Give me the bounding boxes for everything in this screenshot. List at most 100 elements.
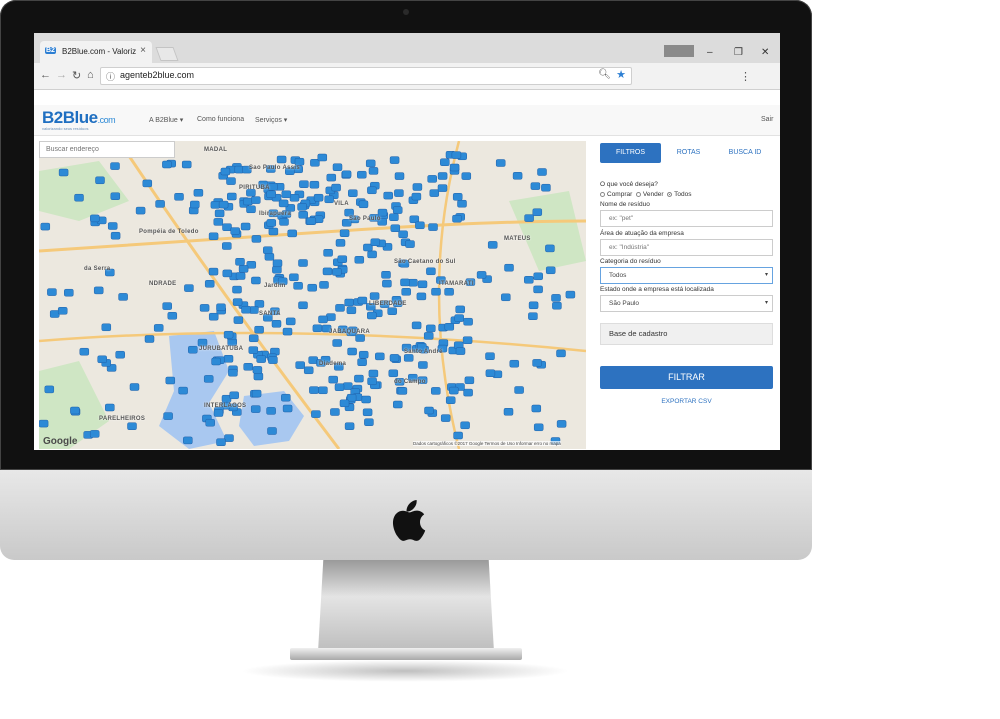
minimize-button[interactable]: –: [707, 47, 713, 58]
map-marker-icon[interactable]: [47, 288, 57, 296]
map-marker-icon[interactable]: [222, 269, 233, 278]
map-marker-icon[interactable]: [533, 285, 543, 294]
map-marker-icon[interactable]: [367, 377, 377, 386]
tab-close-icon[interactable]: ×: [140, 45, 146, 56]
map-marker-icon[interactable]: [318, 386, 328, 395]
map-marker-icon[interactable]: [437, 172, 448, 180]
map-marker-icon[interactable]: [397, 387, 408, 395]
bookmark-star-icon[interactable]: ★: [616, 68, 626, 81]
map-marker-icon[interactable]: [278, 199, 289, 208]
map-marker-icon[interactable]: [251, 389, 262, 398]
map-marker-icon[interactable]: [295, 361, 305, 369]
map-marker-icon[interactable]: [135, 206, 146, 215]
map-marker-icon[interactable]: [403, 354, 414, 362]
map-marker-icon[interactable]: [266, 407, 276, 415]
close-window-button[interactable]: ✕: [761, 47, 769, 58]
info-icon[interactable]: ⓘ: [106, 70, 115, 83]
map-marker-icon[interactable]: [324, 195, 334, 204]
map-marker-icon[interactable]: [388, 369, 399, 378]
map-marker-icon[interactable]: [501, 293, 511, 302]
map-marker-icon[interactable]: [271, 320, 282, 328]
map-marker-icon[interactable]: [238, 265, 249, 273]
map-marker-icon[interactable]: [64, 288, 74, 297]
map-marker-icon[interactable]: [208, 267, 219, 276]
map-marker-icon[interactable]: [393, 400, 403, 409]
map-marker-icon[interactable]: [346, 306, 357, 315]
map-marker-icon[interactable]: [272, 259, 283, 268]
map-marker-icon[interactable]: [330, 408, 340, 416]
map-marker-icon[interactable]: [431, 287, 441, 296]
map-marker-icon[interactable]: [398, 230, 408, 239]
map-marker-icon[interactable]: [524, 214, 534, 222]
map-search-input[interactable]: [39, 141, 175, 158]
map-marker-icon[interactable]: [556, 420, 567, 428]
map-marker-icon[interactable]: [449, 163, 460, 172]
map-marker-icon[interactable]: [487, 241, 498, 249]
map-marker-icon[interactable]: [485, 352, 495, 360]
map-marker-icon[interactable]: [344, 298, 354, 307]
map-marker-icon[interactable]: [268, 227, 279, 236]
map-marker-icon[interactable]: [354, 374, 364, 383]
map-marker-icon[interactable]: [335, 239, 346, 247]
map-marker-icon[interactable]: [411, 192, 422, 201]
map-marker-icon[interactable]: [178, 386, 188, 395]
map-marker-icon[interactable]: [251, 235, 262, 243]
map-marker-icon[interactable]: [541, 183, 551, 192]
map-marker-icon[interactable]: [357, 170, 367, 179]
map-marker-icon[interactable]: [155, 200, 165, 208]
map-marker-icon[interactable]: [392, 206, 403, 214]
radio-vender[interactable]: [635, 191, 641, 197]
map-marker-icon[interactable]: [193, 189, 204, 197]
map-marker-icon[interactable]: [167, 312, 178, 320]
map-marker-icon[interactable]: [460, 421, 470, 430]
map-marker-icon[interactable]: [451, 151, 462, 159]
forward-icon[interactable]: →: [56, 69, 67, 81]
map-marker-icon[interactable]: [424, 406, 434, 415]
map-marker-icon[interactable]: [309, 180, 320, 189]
map-marker-icon[interactable]: [319, 281, 329, 289]
map-marker-icon[interactable]: [348, 189, 358, 197]
map-marker-icon[interactable]: [210, 201, 221, 209]
browser-menu-icon[interactable]: ⋮: [740, 70, 751, 83]
map-marker-icon[interactable]: [246, 205, 256, 214]
map-marker-icon[interactable]: [266, 190, 276, 199]
map-marker-icon[interactable]: [223, 355, 234, 363]
map-marker-icon[interactable]: [235, 272, 246, 280]
map-marker-icon[interactable]: [276, 155, 287, 164]
map-marker-icon[interactable]: [362, 408, 373, 417]
nav-how-it-works[interactable]: Como funciona: [197, 116, 244, 123]
map-marker-icon[interactable]: [361, 395, 371, 404]
tab-rotas[interactable]: ROTAS: [661, 143, 716, 163]
map-marker-icon[interactable]: [368, 369, 379, 378]
map-marker-icon[interactable]: [181, 160, 192, 169]
map-marker-icon[interactable]: [551, 294, 561, 302]
map-marker-icon[interactable]: [240, 222, 251, 231]
map-marker-icon[interactable]: [412, 183, 423, 191]
map-marker-icon[interactable]: [476, 271, 487, 279]
map-marker-icon[interactable]: [512, 172, 523, 180]
map-marker-icon[interactable]: [335, 304, 345, 312]
map-marker-icon[interactable]: [184, 284, 194, 292]
map-marker-icon[interactable]: [235, 258, 245, 266]
map-marker-icon[interactable]: [514, 386, 524, 394]
map-marker-icon[interactable]: [368, 167, 379, 175]
map-marker-icon[interactable]: [552, 301, 562, 310]
map-marker-icon[interactable]: [426, 324, 436, 333]
map-marker-icon[interactable]: [355, 334, 365, 342]
map-marker-icon[interactable]: [213, 409, 224, 417]
map-marker-icon[interactable]: [423, 332, 434, 340]
map-marker-icon[interactable]: [530, 182, 541, 190]
map-marker-icon[interactable]: [452, 214, 462, 223]
map-marker-icon[interactable]: [101, 323, 112, 332]
filtrar-button[interactable]: FILTRAR: [600, 366, 773, 389]
map-marker-icon[interactable]: [334, 383, 345, 391]
tab-filtros[interactable]: FILTROS: [600, 143, 661, 163]
map-marker-icon[interactable]: [298, 259, 308, 267]
map-marker-icon[interactable]: [341, 170, 352, 179]
map-marker-icon[interactable]: [230, 227, 240, 235]
map-marker-icon[interactable]: [357, 358, 367, 366]
home-icon[interactable]: ⌂: [87, 69, 94, 81]
map-marker-icon[interactable]: [358, 350, 369, 359]
map-marker-icon[interactable]: [110, 162, 120, 170]
export-csv-link[interactable]: EXPORTAR CSV: [600, 398, 773, 405]
